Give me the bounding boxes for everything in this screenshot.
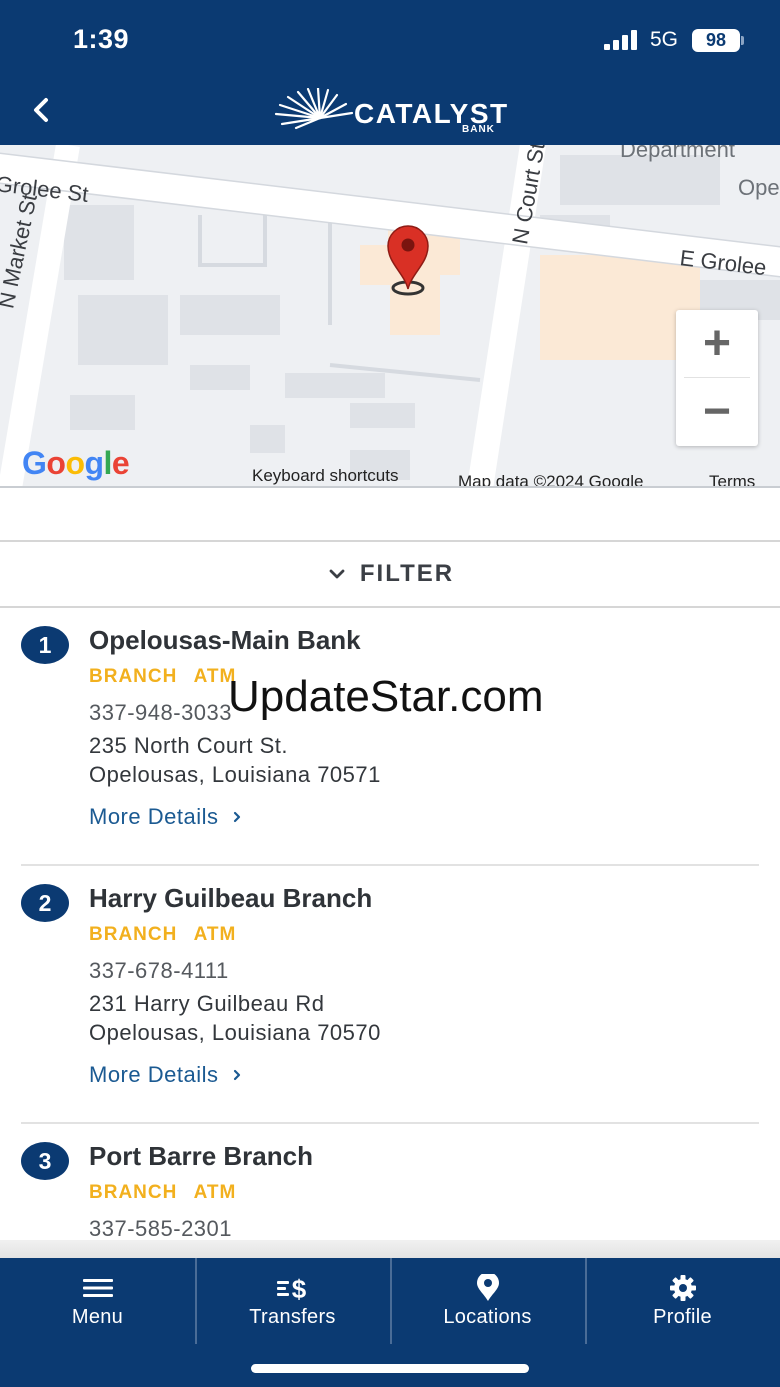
location-address-line1: 231 Harry Guilbeau Rd bbox=[89, 991, 325, 1016]
zoom-in-button[interactable]: + bbox=[676, 310, 758, 378]
nav-profile[interactable]: Profile bbox=[585, 1258, 780, 1344]
location-address-line1: 235 North Court St. bbox=[89, 733, 289, 758]
tag-atm: ATM bbox=[193, 1182, 237, 1203]
chevron-right-icon bbox=[234, 1069, 241, 1081]
zoom-out-button[interactable]: − bbox=[676, 378, 758, 446]
nav-transfers[interactable]: $ Transfers bbox=[195, 1258, 390, 1344]
menu-icon bbox=[82, 1279, 113, 1297]
more-details-link[interactable]: More Details bbox=[89, 1062, 242, 1088]
location-phone[interactable]: 337-678-4111 bbox=[89, 958, 229, 984]
more-details-link[interactable]: More Details bbox=[89, 804, 242, 830]
zoom-control: + − bbox=[676, 310, 758, 446]
more-details-label: More Details bbox=[89, 804, 219, 829]
terms-link[interactable]: Terms bbox=[709, 472, 755, 486]
battery-tip bbox=[741, 36, 744, 45]
signal-icon bbox=[604, 30, 637, 50]
location-tags: BRANCH ATM bbox=[89, 924, 236, 946]
location-card[interactable]: 3 Port Barre Branch BRANCH ATM 337-585-2… bbox=[0, 1124, 780, 1258]
filter-label: FILTER bbox=[359, 560, 455, 587]
back-button[interactable] bbox=[24, 92, 60, 128]
location-phone[interactable]: 337-585-2301 bbox=[89, 1216, 232, 1242]
tag-branch: BRANCH bbox=[89, 666, 178, 687]
nav-menu[interactable]: Menu bbox=[0, 1258, 195, 1344]
nav-profile-label: Profile bbox=[653, 1306, 712, 1328]
nav-menu-label: Menu bbox=[71, 1306, 124, 1328]
nav-locations-label: Locations bbox=[443, 1306, 532, 1328]
location-name[interactable]: Harry Guilbeau Branch bbox=[89, 883, 372, 914]
transfers-icon: $ bbox=[276, 1274, 306, 1302]
chevron-down-icon bbox=[329, 569, 345, 579]
location-address-line2: Opelousas, Louisiana 70571 bbox=[89, 762, 381, 787]
tag-atm: ATM bbox=[193, 924, 237, 945]
place-label-department: Department bbox=[620, 145, 735, 162]
google-logo[interactable]: Google bbox=[22, 445, 130, 482]
location-name[interactable]: Port Barre Branch bbox=[89, 1141, 313, 1172]
gear-icon bbox=[669, 1275, 696, 1301]
watermark: UpdateStar.com bbox=[228, 672, 544, 721]
status-time: 1:39 bbox=[73, 24, 130, 54]
logo-subtext: BANK bbox=[462, 124, 495, 135]
app-header: 1:39 5G 98 CATALYST BANK bbox=[0, 0, 780, 145]
bottom-nav: Menu $ Transfers Locations Profile bbox=[0, 1258, 780, 1387]
home-indicator[interactable] bbox=[251, 1364, 529, 1373]
map-data-attribution: Map data ©2024 Google bbox=[458, 472, 644, 488]
svg-text:$: $ bbox=[291, 1274, 306, 1302]
tag-branch: BRANCH bbox=[89, 924, 178, 945]
keyboard-shortcuts-link[interactable]: Keyboard shortcuts bbox=[252, 466, 398, 486]
location-tags: BRANCH ATM bbox=[89, 666, 236, 688]
nav-locations[interactable]: Locations bbox=[390, 1258, 585, 1344]
location-card[interactable]: 2 Harry Guilbeau Branch BRANCH ATM 337-6… bbox=[0, 866, 780, 1124]
location-number-badge: 2 bbox=[21, 884, 69, 922]
location-tags: BRANCH ATM bbox=[89, 1182, 236, 1204]
map-view[interactable]: Grolee St N Market St N Court St E Grole… bbox=[0, 145, 780, 488]
list-bottom-edge bbox=[0, 1240, 780, 1258]
location-pin-icon bbox=[476, 1274, 499, 1301]
location-phone[interactable]: 337-948-3033 bbox=[89, 700, 232, 726]
catalyst-bank-logo: CATALYST BANK bbox=[272, 86, 512, 138]
nav-transfers-label: Transfers bbox=[249, 1306, 336, 1328]
logo-burst-icon bbox=[274, 86, 354, 130]
network-label: 5G bbox=[650, 28, 679, 51]
battery-icon: 98 bbox=[692, 29, 740, 52]
location-address-line2: Opelousas, Louisiana 70570 bbox=[89, 1020, 381, 1045]
place-label-ope: Ope bbox=[738, 175, 780, 200]
location-number-badge: 1 bbox=[21, 626, 69, 664]
chevron-right-icon bbox=[234, 811, 241, 823]
spacer bbox=[0, 488, 780, 540]
location-number-badge: 3 bbox=[21, 1142, 69, 1180]
location-card[interactable]: 1 Opelousas-Main Bank BRANCH ATM 337-948… bbox=[0, 608, 780, 866]
location-name[interactable]: Opelousas-Main Bank bbox=[89, 625, 361, 656]
more-details-label: More Details bbox=[89, 1062, 219, 1087]
screen: 1:39 5G 98 CATALYST BANK Grolee St N Mar… bbox=[0, 0, 780, 1387]
filter-bar[interactable]: FILTER bbox=[0, 540, 780, 608]
tag-branch: BRANCH bbox=[89, 1182, 178, 1203]
map-tiles bbox=[0, 145, 780, 486]
